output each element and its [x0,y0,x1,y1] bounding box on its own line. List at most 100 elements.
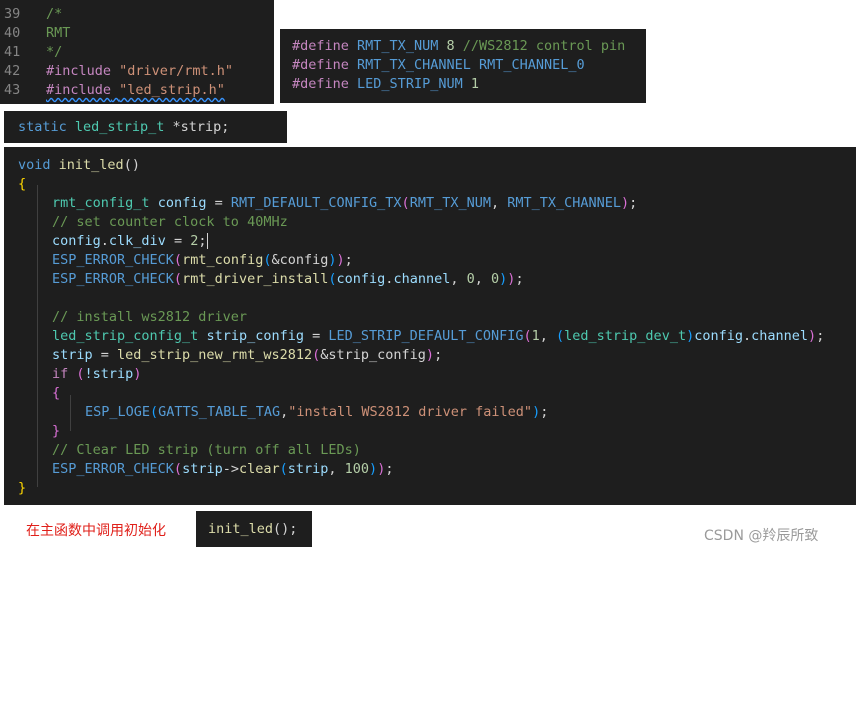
semicolon: ; [344,252,353,268]
semicolon: ; [198,233,207,249]
includes-code-panel: 39 /* 40 RMT 41 */ 42 #include "driver/rmt.h… [0,0,274,104]
condition: !strip [84,366,134,382]
code-line-clk-div[interactable]: config.clk_div = 2; [52,232,208,251]
number: 0 [466,271,475,287]
comment-text: // Clear LED strip (turn off all LEDs) [52,442,361,458]
line-number: 39 [4,6,21,22]
operator: = [206,195,231,211]
brace: { [52,385,61,401]
if-keyword: if [52,366,69,382]
variable: config [157,195,207,211]
macro-arg: RMT_TX_CHANNEL [507,195,622,211]
define-name: RMT_TX_NUM [357,38,439,54]
field: channel [393,271,451,287]
include-directive: #include [46,63,112,79]
define-value: 1 [470,76,479,92]
variable: config [336,271,386,287]
macro-call: ESP_ERROR_CHECK [52,461,174,477]
void-keyword: void [18,157,51,173]
define-value: 8 [446,38,455,54]
string-literal: "install WS2812 driver failed" [288,404,533,420]
brace: } [52,423,61,439]
code-line-open-brace: { [52,384,60,403]
comment-text: // install ws2812 driver [52,309,248,325]
code-line-strip-new: strip = led_strip_new_rmt_ws2812(&strip_… [52,347,443,363]
cast-type: led_strip_dev_t [564,328,687,344]
variable: strip [52,347,93,363]
code-line-close-brace: } [52,422,60,441]
semicolon: ; [515,271,524,287]
macro-call: ESP_LOGE [85,404,151,420]
comment-text: /* [46,6,63,22]
brace: } [18,480,27,496]
semicolon: ; [385,461,394,477]
define-line: #define RMT_TX_CHANNEL RMT_CHANNEL_0 [292,56,585,75]
code-line-driver-install: ESP_ERROR_CHECK(rmt_driver_install(confi… [52,271,524,287]
macro-call: ESP_ERROR_CHECK [52,252,174,268]
define-comment: //WS2812 control pin [462,38,626,54]
params: () [123,157,140,173]
variable: strip [182,461,223,477]
argument: strip [287,461,329,477]
operator: = [165,233,191,249]
main-call-caption: 在主函数中调用初始化 [26,523,166,539]
argument: &config [271,252,329,268]
field: clk_div [108,233,166,249]
declaration-rest: *strip; [164,119,230,135]
semicolon: ; [540,404,549,420]
code-line-39: 39 /* [4,5,62,24]
code-line-comment: // install ws2812 driver [52,308,247,327]
csdn-watermark: CSDN @羚辰所致 [704,528,819,544]
define-directive: #define [292,57,349,73]
call-args: (); [273,521,298,537]
function-call: rmt_driver_install [182,271,329,287]
semicolon: ; [629,195,638,211]
code-line-strip-config: led_strip_config_t strip_config = LED_ST… [52,328,825,344]
declaration-code-panel: static led_strip_t *strip; [4,111,287,143]
type-name: led_strip_config_t [52,328,199,344]
code-line-40: 40 RMT [4,24,70,43]
field: channel [751,328,809,344]
static-keyword: static [18,119,67,135]
code-line-strip-clear: ESP_ERROR_CHECK(strip->clear(strip, 100)… [52,461,394,477]
include-path: "driver/rmt.h" [119,63,233,79]
macro-call: ESP_ERROR_CHECK [52,271,174,287]
init-led-call-panel: init_led(); [196,511,312,547]
line-number: 40 [4,25,21,41]
type-name: led_strip_t [74,119,165,135]
brace: { [18,176,27,192]
number: 100 [344,461,370,477]
line-number: 43 [4,82,21,98]
include-with-warning[interactable]: #include "led_strip.h" [46,82,225,98]
code-line-42: 42 #include "driver/rmt.h" [4,62,233,81]
variable: config [694,328,743,344]
include-directive: #include [46,82,112,98]
code-line-function-signature: void init_led() [18,156,140,175]
macro-arg: GATTS_TABLE_TAG [158,404,281,420]
function-call: led_strip_new_rmt_ws2812 [117,347,313,363]
init-led-code-panel: void init_led() { rmt_config_t config = … [4,147,856,505]
macro-call: LED_STRIP_DEFAULT_CONFIG [328,328,524,344]
function-call: clear [238,461,280,477]
macro-arg: RMT_TX_NUM [409,195,491,211]
semicolon: ; [434,347,443,363]
function-call: init_led [208,521,274,537]
comment-text: */ [46,44,63,60]
code-line-43: 43 #include "led_strip.h" [4,81,225,100]
line-number: 41 [4,44,21,60]
code-line-open-brace: { [18,175,26,194]
declaration-line: static led_strip_t *strip; [18,118,229,137]
variable: strip_config [206,328,304,344]
code-line-if: if (!strip) [52,366,142,382]
code-line-close-brace: } [18,479,26,498]
code-line-rmt-config-call: ESP_ERROR_CHECK(rmt_config(&config)); [52,252,353,268]
define-directive: #define [292,76,349,92]
variable: config [52,233,101,249]
argument: &strip_config [320,347,426,363]
define-line: #define LED_STRIP_NUM 1 [292,75,479,94]
line-number: 42 [4,63,21,79]
code-line-log-error: ESP_LOGE(GATTS_TABLE_TAG,"install WS2812… [85,404,549,420]
call-line: init_led(); [208,520,297,539]
define-directive: #define [292,38,349,54]
indent-guide [37,185,38,487]
